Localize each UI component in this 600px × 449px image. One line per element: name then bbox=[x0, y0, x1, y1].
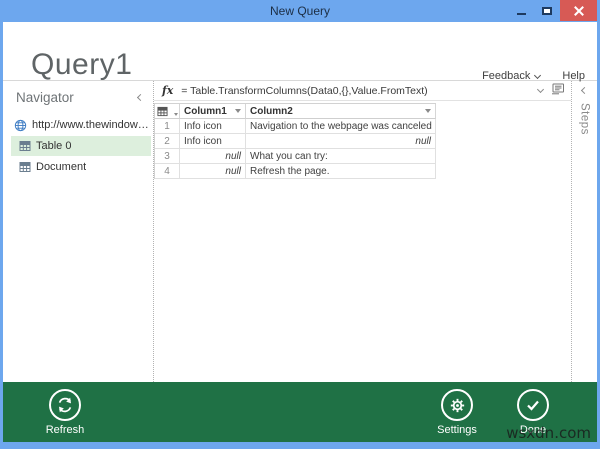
content-area: fx = Table.TransformColumns(Data0,{},Val… bbox=[154, 81, 571, 382]
formula-input[interactable]: = Table.TransformColumns(Data0,{},Value.… bbox=[181, 85, 532, 97]
filter-dropdown-icon[interactable] bbox=[425, 109, 431, 113]
expand-formula-icon[interactable] bbox=[536, 85, 545, 94]
fx-icon: fx bbox=[162, 84, 174, 97]
power-query-window: New Query Query1 Feedback Help Navigator… bbox=[0, 0, 600, 449]
navigator-title: Navigator bbox=[16, 90, 74, 105]
close-icon bbox=[574, 6, 584, 16]
navigator-header: Navigator bbox=[3, 90, 153, 114]
steps-panel-collapsed[interactable]: Steps bbox=[572, 81, 597, 382]
help-label: Help bbox=[562, 70, 585, 82]
app-body: Query1 Feedback Help Navigator http://ww… bbox=[3, 22, 597, 442]
header: Query1 Feedback Help bbox=[3, 22, 597, 82]
row-number: 3 bbox=[155, 149, 180, 164]
refresh-icon bbox=[49, 389, 81, 421]
gear-icon bbox=[441, 389, 473, 421]
row-number: 1 bbox=[155, 119, 180, 134]
table-icon bbox=[157, 106, 168, 116]
column-header-column1[interactable]: Column1 bbox=[180, 104, 246, 119]
table-cell[interactable]: Navigation to the webpage was canceled bbox=[246, 119, 436, 134]
expand-steps-icon[interactable] bbox=[580, 86, 589, 95]
footer-bar: Refresh Settings Done wsxdn.com bbox=[3, 382, 597, 442]
navigator-item-table-0[interactable]: Table 0 bbox=[11, 136, 151, 156]
table-cell-null[interactable]: null bbox=[246, 134, 436, 149]
table-menu-caret-icon bbox=[174, 113, 178, 116]
header-links: Feedback Help bbox=[482, 70, 585, 82]
navigator-item-label: Table 0 bbox=[36, 140, 72, 152]
table-cell-null[interactable]: null bbox=[180, 149, 246, 164]
maximize-icon bbox=[542, 6, 552, 15]
navigator-item-document[interactable]: Document bbox=[11, 157, 151, 177]
window-controls bbox=[508, 0, 597, 21]
table-cell-null[interactable]: null bbox=[180, 164, 246, 179]
steps-label: Steps bbox=[578, 103, 591, 135]
formula-bar: fx = Table.TransformColumns(Data0,{},Val… bbox=[154, 81, 571, 101]
main-area: Navigator http://www.thewindowsclu... Ta… bbox=[3, 80, 597, 382]
column-label: Column2 bbox=[250, 105, 293, 117]
watermark: wsxdn.com bbox=[506, 424, 591, 442]
settings-button[interactable]: Settings bbox=[429, 389, 485, 436]
navigator-panel: Navigator http://www.thewindowsclu... Ta… bbox=[3, 81, 153, 382]
titlebar: New Query bbox=[3, 0, 597, 22]
chevron-down-icon bbox=[534, 71, 542, 79]
preview-table: Column1 Column2 1 Info icon Navigation t… bbox=[154, 103, 436, 179]
window-title: New Query bbox=[269, 4, 331, 18]
refresh-label: Refresh bbox=[45, 424, 85, 436]
table-cell[interactable]: Info icon bbox=[180, 134, 246, 149]
settings-label: Settings bbox=[437, 424, 477, 436]
minimize-icon bbox=[516, 12, 526, 15]
navigator-item-url[interactable]: http://www.thewindowsclu... bbox=[11, 115, 151, 135]
maximize-button[interactable] bbox=[534, 0, 560, 21]
advanced-editor-icon[interactable] bbox=[551, 82, 565, 100]
navigator-item-label: http://www.thewindowsclu... bbox=[32, 119, 151, 131]
help-link[interactable]: Help bbox=[562, 70, 585, 82]
globe-icon bbox=[14, 119, 27, 132]
minimize-button[interactable] bbox=[508, 0, 534, 21]
navigator-item-label: Document bbox=[36, 161, 87, 173]
query-title: Query1 bbox=[31, 48, 133, 81]
table-cell[interactable]: Info icon bbox=[180, 119, 246, 134]
row-number: 2 bbox=[155, 134, 180, 149]
refresh-button[interactable]: Refresh bbox=[37, 389, 93, 436]
collapse-navigator-icon[interactable] bbox=[136, 93, 145, 102]
table-cell[interactable]: Refresh the page. bbox=[246, 164, 436, 179]
check-icon bbox=[517, 389, 549, 421]
row-number: 4 bbox=[155, 164, 180, 179]
data-preview: Column1 Column2 1 Info icon Navigation t… bbox=[154, 101, 571, 179]
column-label: Column1 bbox=[184, 105, 227, 117]
table-cell[interactable]: What you can try: bbox=[246, 149, 436, 164]
feedback-label: Feedback bbox=[482, 70, 531, 82]
close-button[interactable] bbox=[560, 0, 597, 21]
table-icon bbox=[19, 140, 31, 152]
feedback-menu[interactable]: Feedback bbox=[482, 70, 542, 82]
table-corner-button[interactable] bbox=[155, 104, 180, 119]
table-icon bbox=[19, 161, 31, 173]
column-header-column2[interactable]: Column2 bbox=[246, 104, 436, 119]
formula-bar-actions bbox=[536, 82, 565, 100]
filter-dropdown-icon[interactable] bbox=[235, 109, 241, 113]
